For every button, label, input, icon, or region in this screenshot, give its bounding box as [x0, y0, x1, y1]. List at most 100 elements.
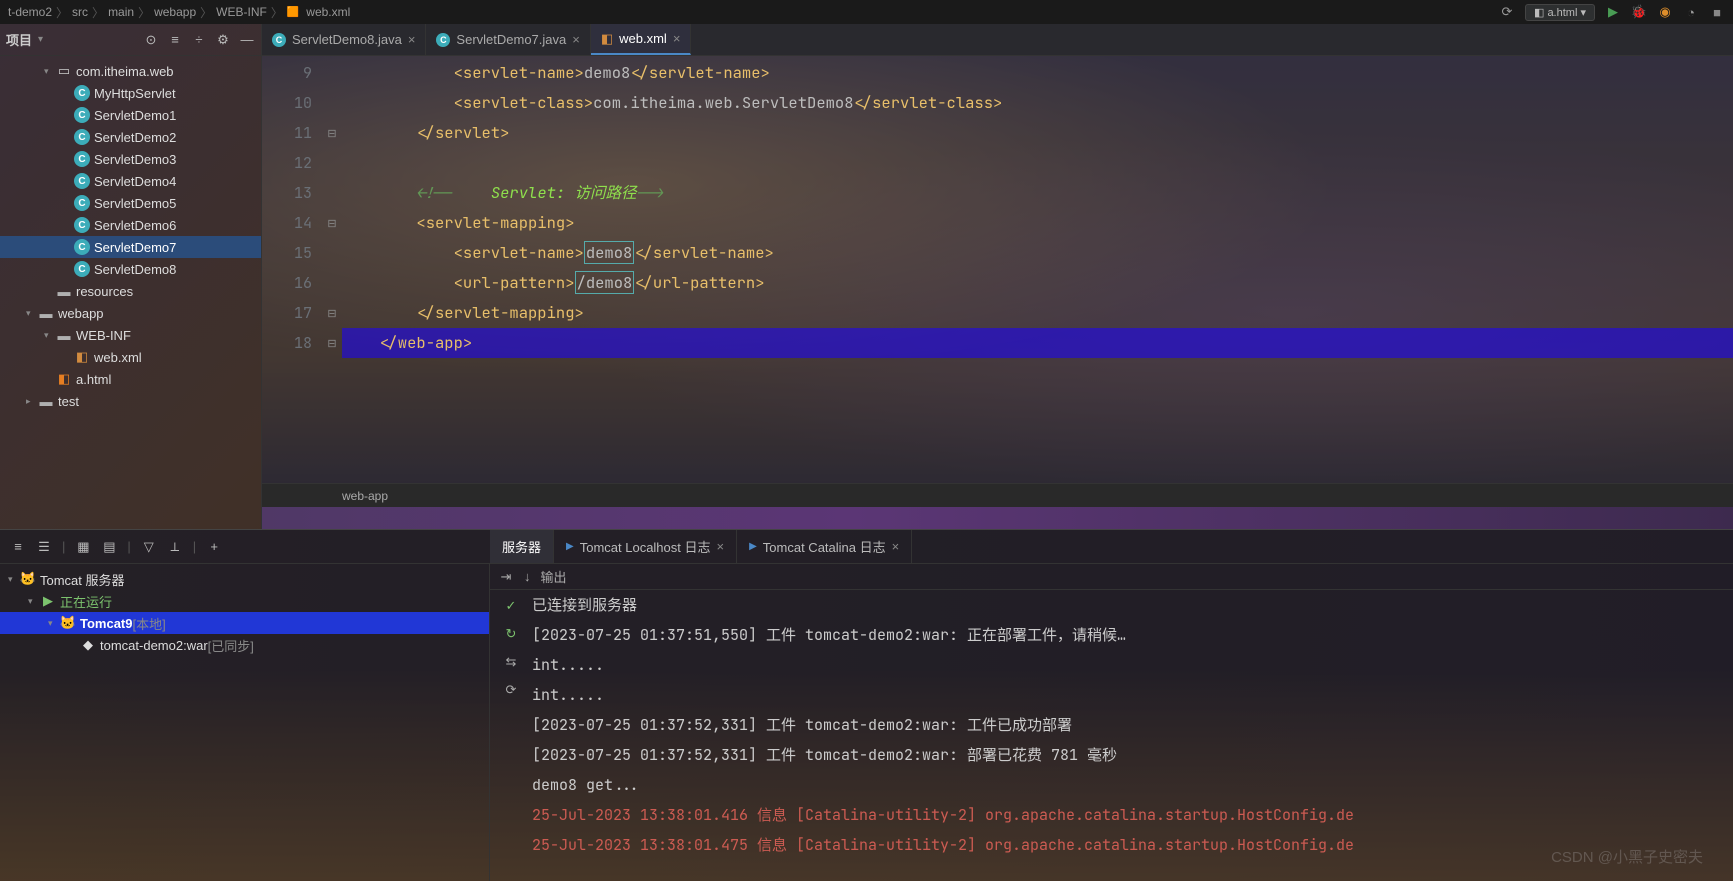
tree-item[interactable]: CServletDemo2 [0, 126, 261, 148]
expand-all-icon[interactable]: ≡ [167, 32, 183, 48]
fold-icon[interactable]: ⊟ [322, 118, 342, 148]
tree-item[interactable]: CServletDemo8 [0, 258, 261, 280]
run-tab[interactable]: 服务器 [490, 530, 554, 563]
code-line[interactable]: <!-- Servlet: 访问路径--> [342, 178, 1733, 208]
expand-tree-icon[interactable]: ☰ [36, 539, 52, 555]
fold-column[interactable]: ⊟⊟⊟⊟ [322, 56, 342, 483]
deployment-tree-item[interactable]: ▾🐱Tomcat 服务器 [0, 568, 489, 590]
stop-icon[interactable]: ■ [1709, 4, 1725, 20]
deployment-tree-item[interactable]: ▾▶正在运行 [0, 590, 489, 612]
rerun-icon[interactable]: ↻ [503, 626, 519, 642]
breadcrumb-segment[interactable]: src [72, 5, 88, 19]
line-number[interactable]: 16 [262, 268, 312, 298]
fold-icon[interactable] [322, 58, 342, 88]
line-number[interactable]: 18 [262, 328, 312, 358]
tree-item[interactable]: ▸▬test [0, 390, 261, 412]
code-line[interactable]: </web-app> [342, 328, 1733, 358]
settings-icon[interactable]: ⚙ [215, 32, 231, 48]
fold-icon[interactable] [322, 88, 342, 118]
grid2-icon[interactable]: ▤ [101, 539, 117, 555]
line-number[interactable]: 11 [262, 118, 312, 148]
scroll-to-end-icon[interactable]: ⇥ [498, 569, 514, 585]
line-number[interactable]: 15 [262, 238, 312, 268]
code-line[interactable]: <servlet-name>demo8</servlet-name> [342, 238, 1733, 268]
filter-icon[interactable]: ▽ [141, 539, 157, 555]
debug-icon[interactable]: 🐞 [1631, 4, 1647, 20]
profile-icon[interactable]: ◔ [1683, 4, 1699, 20]
editor-tab[interactable]: ◧web.xml× [591, 24, 692, 55]
tree-item[interactable]: ◧web.xml [0, 346, 261, 368]
collapse-all-icon[interactable]: ÷ [191, 32, 207, 48]
code-line[interactable]: <servlet-name>demo8</servlet-name> [342, 58, 1733, 88]
line-number[interactable]: 14 [262, 208, 312, 238]
fold-icon[interactable]: ⊟ [322, 208, 342, 238]
tree-item[interactable]: ▾▬webapp [0, 302, 261, 324]
editor-breadcrumb-bar[interactable]: web-app [262, 483, 1733, 507]
code-line[interactable]: </servlet-mapping> [342, 298, 1733, 328]
breadcrumb-segment[interactable]: web.xml [306, 5, 350, 19]
deployment-tree-item[interactable]: ▾🐱Tomcat9 [本地] [0, 612, 489, 634]
code-line[interactable]: <servlet-mapping> [342, 208, 1733, 238]
code-editor[interactable]: <servlet-name>demo8</servlet-name> <serv… [342, 56, 1733, 483]
tree-item[interactable]: CMyHttpServlet [0, 82, 261, 104]
refresh-icon[interactable]: ⟳ [503, 682, 519, 698]
coverage-icon[interactable]: ◉ [1657, 4, 1673, 20]
run-icon[interactable]: ▶ [1605, 4, 1621, 20]
check-icon[interactable]: ✓ [503, 598, 519, 614]
gutter[interactable]: 9101112131415161718 [262, 56, 322, 483]
hide-icon[interactable]: — [239, 32, 255, 48]
close-icon[interactable]: × [717, 539, 725, 554]
fold-icon[interactable] [322, 178, 342, 208]
line-number[interactable]: 9 [262, 58, 312, 88]
code-line[interactable]: <url-pattern>/demo8</url-pattern> [342, 268, 1733, 298]
tree-item[interactable]: ▾▬WEB-INF [0, 324, 261, 346]
console-output[interactable]: 已连接到服务器[2023-07-25 01:37:51,550] 工件 tomc… [532, 590, 1733, 881]
project-tree[interactable]: ▾▭com.itheima.webCMyHttpServletCServletD… [0, 56, 261, 529]
run-config-selector[interactable]: ◧ a.html ▾ [1525, 4, 1595, 21]
tree-item[interactable]: CServletDemo4 [0, 170, 261, 192]
code-line[interactable]: </servlet> [342, 118, 1733, 148]
run-tab[interactable]: ▶Tomcat Catalina 日志× [737, 530, 912, 563]
tree-item[interactable]: CServletDemo3 [0, 148, 261, 170]
breadcrumbs[interactable]: t-demo2〉src〉main〉webapp〉WEB-INF〉🟧web.xml [8, 4, 350, 21]
sync-icon[interactable]: ⟳ [1499, 4, 1515, 20]
fold-icon[interactable] [322, 148, 342, 178]
deployment-tree[interactable]: ▾🐱Tomcat 服务器▾▶正在运行▾🐱Tomcat9 [本地]◆tomcat-… [0, 564, 490, 881]
breadcrumb-segment[interactable]: t-demo2 [8, 5, 52, 19]
breadcrumb-segment[interactable]: main [108, 5, 134, 19]
add-icon[interactable]: + [206, 539, 222, 555]
select-opened-file-icon[interactable]: ⊙ [143, 32, 159, 48]
breadcrumb-segment[interactable]: webapp [154, 5, 196, 19]
tree-item[interactable]: ◧a.html [0, 368, 261, 390]
fold-icon[interactable] [322, 238, 342, 268]
run-tab[interactable]: ▶Tomcat Localhost 日志× [554, 530, 737, 563]
line-number[interactable]: 13 [262, 178, 312, 208]
tree-item[interactable]: CServletDemo1 [0, 104, 261, 126]
close-icon[interactable]: × [408, 32, 416, 47]
close-icon[interactable]: × [673, 31, 681, 46]
tree-item[interactable]: ▬resources [0, 280, 261, 302]
code-line[interactable]: <servlet-class>com.itheima.web.ServletDe… [342, 88, 1733, 118]
tree-item[interactable]: CServletDemo6 [0, 214, 261, 236]
tree-item[interactable]: CServletDemo7 [0, 236, 261, 258]
fold-icon[interactable]: ⊟ [322, 328, 342, 358]
fold-icon[interactable] [322, 268, 342, 298]
tree-item[interactable]: CServletDemo5 [0, 192, 261, 214]
code-line[interactable] [342, 148, 1733, 178]
collapse-tree-icon[interactable]: ≡ [10, 539, 26, 555]
line-number[interactable]: 17 [262, 298, 312, 328]
chevron-down-icon[interactable]: ▾ [38, 34, 43, 45]
grid-icon[interactable]: ▦ [75, 539, 91, 555]
line-number[interactable]: 10 [262, 88, 312, 118]
tree-item[interactable]: ▾▭com.itheima.web [0, 60, 261, 82]
editor-tab[interactable]: CServletDemo8.java× [262, 24, 426, 55]
pin-icon[interactable]: ⟂ [167, 539, 183, 555]
fold-icon[interactable]: ⊟ [322, 298, 342, 328]
line-number[interactable]: 12 [262, 148, 312, 178]
breadcrumb-segment[interactable]: WEB-INF [216, 5, 267, 19]
close-icon[interactable]: × [572, 32, 580, 47]
editor-tab[interactable]: CServletDemo7.java× [426, 24, 590, 55]
deployment-tree-item[interactable]: ◆tomcat-demo2:war [已同步] [0, 634, 489, 656]
step-icon[interactable]: ⇆ [503, 654, 519, 670]
close-icon[interactable]: × [892, 539, 900, 554]
